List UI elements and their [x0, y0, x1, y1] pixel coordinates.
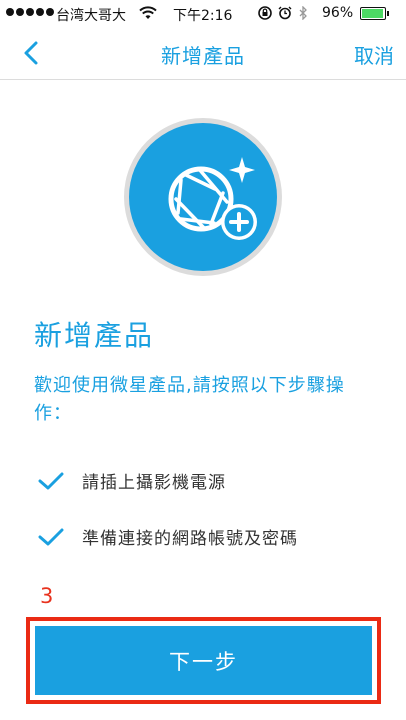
camera-shutter-add-icon	[168, 157, 257, 240]
signal-strength-icon	[6, 8, 54, 16]
section-heading: 新增產品	[34, 319, 155, 352]
page-title: 新增產品	[161, 44, 245, 68]
step-text: 請插上攝影機電源	[82, 473, 226, 493]
step-item: 請插上攝影機電源	[38, 468, 226, 493]
step-item: 準備連接的網路帳號及密碼	[38, 524, 298, 549]
annotation-number: 3	[40, 584, 54, 608]
carrier-name: 台湾大哥大	[56, 8, 126, 24]
intro-text: 歡迎使用微星產品,請按照以下步驟操作：	[34, 375, 345, 424]
alarm-icon	[278, 6, 292, 20]
rotation-lock-icon	[258, 6, 272, 20]
battery-percent: 96%	[322, 5, 354, 21]
cancel-button[interactable]: 取消	[354, 40, 394, 69]
bluetooth-icon	[299, 6, 307, 20]
battery-icon	[360, 7, 386, 20]
wifi-icon	[139, 6, 157, 19]
navigation-bar: 新增產品 取消	[0, 28, 406, 80]
status-time: 下午2:16	[173, 8, 233, 24]
battery-cap	[387, 11, 389, 16]
status-bar: 台湾大哥大 下午2:16 96%	[0, 0, 406, 28]
hero-icon-circle	[129, 123, 277, 271]
check-icon	[38, 528, 64, 545]
next-step-button[interactable]: 下一步	[35, 626, 372, 695]
check-icon	[38, 472, 64, 489]
step-text: 準備連接的網路帳號及密碼	[82, 529, 298, 549]
hero-icon-ring	[124, 118, 282, 276]
